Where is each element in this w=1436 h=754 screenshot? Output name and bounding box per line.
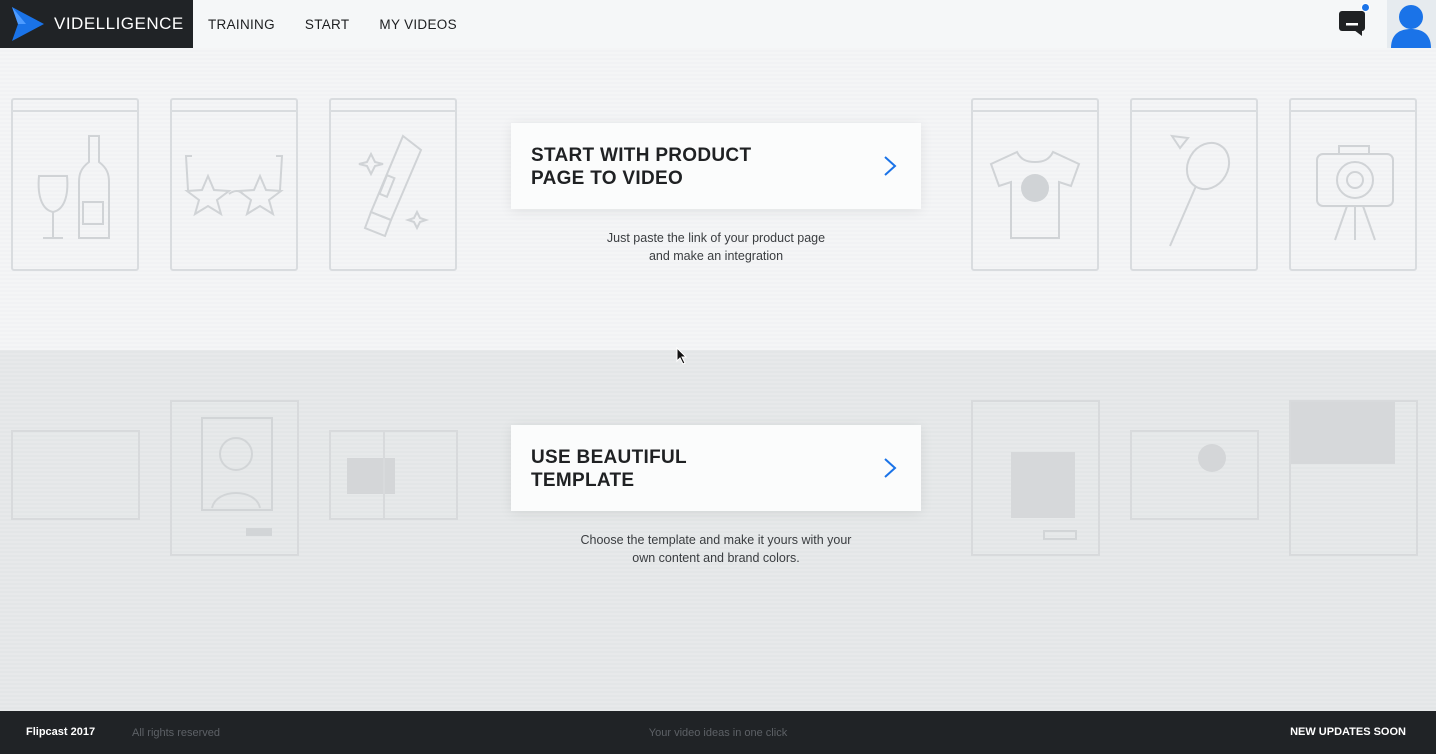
template-thumbnail — [11, 430, 140, 520]
product-page-description: Just paste the link of your product page… — [606, 231, 826, 263]
nav-item-my-videos[interactable]: MY VIDEOS — [379, 17, 456, 32]
nav-item-training[interactable]: TRAINING — [208, 17, 275, 32]
camera-thumbnail — [1289, 98, 1417, 271]
card-title: USE BEAUTIFUL TEMPLATE — [531, 447, 687, 491]
user-avatar-icon — [1391, 5, 1431, 48]
footer-tagline: Your video ideas in one click — [648, 727, 788, 739]
template-thumbnail — [329, 430, 458, 520]
user-avatar-button[interactable] — [1387, 0, 1436, 48]
brand[interactable]: VIDELLIGENCE — [0, 0, 193, 48]
shaver-thumbnail — [329, 98, 457, 271]
badminton-thumbnail — [1130, 98, 1258, 271]
nav-item-start[interactable]: START — [305, 17, 350, 32]
notification-dot — [1361, 3, 1370, 12]
card-title: START WITH PRODUCT PAGE TO VIDEO — [531, 145, 752, 189]
chevron-right-icon — [884, 156, 897, 176]
camera-tripod-icon — [1316, 145, 1394, 241]
wine-bottle-icon — [37, 135, 110, 239]
use-beautiful-template-card[interactable]: USE BEAUTIFUL TEMPLATE — [511, 425, 921, 511]
template-thumbnail — [1130, 430, 1259, 520]
brand-name: VIDELLIGENCE — [54, 14, 184, 33]
template-thumbnail — [1289, 400, 1418, 556]
footer: Flipcast 2017 All rights reserved Your v… — [0, 711, 1436, 754]
tshirt-icon — [989, 150, 1081, 239]
portrait-icon — [201, 417, 273, 536]
badminton-racket-icon — [1169, 134, 1231, 247]
star-glasses-thumbnail — [170, 98, 298, 271]
videlligence-logo-icon — [12, 7, 44, 41]
footer-updates: NEW UPDATES SOON — [1290, 726, 1406, 738]
chat-icon[interactable] — [1338, 8, 1366, 36]
tshirt-thumbnail — [971, 98, 1099, 271]
template-thumbnail — [170, 400, 299, 556]
chevron-right-icon — [884, 458, 897, 478]
shaver-icon — [358, 134, 430, 238]
product-page-to-video-card[interactable]: START WITH PRODUCT PAGE TO VIDEO — [511, 123, 921, 209]
main-nav: TRAINING START MY VIDEOS — [208, 0, 457, 48]
wine-thumbnail — [11, 98, 139, 271]
template-thumbnail — [971, 400, 1100, 556]
top-bar: VIDELLIGENCE TRAINING START MY VIDEOS — [0, 0, 1436, 48]
template-description: Choose the template and make it yours wi… — [580, 533, 852, 565]
mouse-cursor-icon — [676, 347, 688, 365]
star-glasses-icon — [184, 155, 284, 217]
